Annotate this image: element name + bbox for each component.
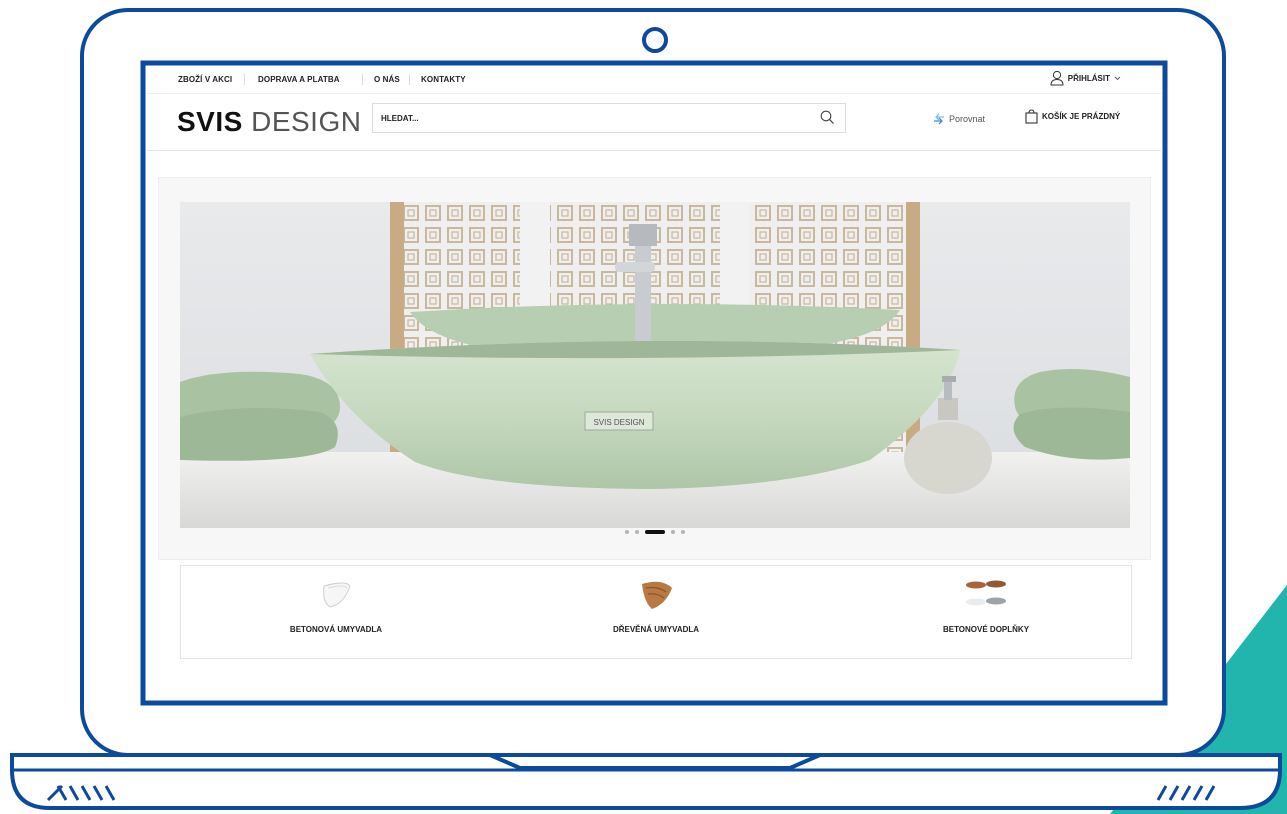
category-wooden-sinks[interactable]: DŘEVĚNÁ UMYVADLA [556, 576, 756, 634]
top-navigation: ZBOŽÍ V AKCI DOPRAVA A PLATBA O NÁS KONT… [147, 67, 1161, 94]
nav-separator [244, 74, 245, 85]
category-label: BETONOVÁ UMYVADLA [289, 625, 383, 634]
login-button[interactable]: PŘIHLÁSIT [1050, 70, 1121, 86]
cart-label: KOŠÍK JE PRÁZDNÝ [1042, 112, 1121, 121]
hero-slide-image[interactable]: SVIS DESIGN [180, 202, 1130, 528]
category-label: DŘEVĚNÁ UMYVADLA [612, 625, 700, 634]
nav-link-about[interactable]: O NÁS [374, 75, 400, 84]
site-logo[interactable]: SVIS DESIGN [177, 106, 361, 138]
bathroom-sink-photo: SVIS DESIGN [180, 202, 1130, 528]
category-concrete-accessories[interactable]: BETONOVÉ DOPLŇKY [886, 576, 1086, 634]
concrete-accessories-icon [966, 580, 1006, 606]
logo-bold-text: SVIS [177, 106, 243, 137]
chevron-down-icon [1114, 76, 1121, 80]
white-basin-icon [323, 582, 351, 608]
compare-icon [934, 113, 944, 125]
hero-slider: SVIS DESIGN [158, 177, 1151, 560]
compare-label: Porovnat [949, 114, 986, 124]
search-icon[interactable] [820, 110, 835, 125]
cart-button[interactable]: KOŠÍK JE PRÁZDNÝ [1025, 109, 1120, 124]
user-icon [1050, 70, 1064, 86]
search-box [372, 103, 846, 133]
slider-dot[interactable] [634, 530, 639, 534]
login-label: PŘIHLÁSIT [1067, 73, 1110, 83]
shopping-bag-icon [1025, 109, 1038, 124]
nav-link-contacts[interactable]: KONTAKTY [421, 75, 466, 84]
website-screen: ZBOŽÍ V AKCI DOPRAVA A PLATBA O NÁS KONT… [147, 67, 1161, 699]
slider-dot[interactable] [624, 530, 629, 534]
nav-link-shipping[interactable]: DOPRAVA A PLATBA [258, 75, 340, 84]
laptop-base [10, 753, 1282, 810]
sink-brand-label: SVIS DESIGN [593, 418, 644, 427]
nav-separator [409, 74, 410, 85]
slider-dot-active[interactable] [644, 530, 665, 534]
nav-link-sale[interactable]: ZBOŽÍ V AKCI [178, 75, 232, 84]
slider-dots [159, 530, 1150, 534]
compare-link[interactable]: Porovnat [932, 112, 985, 126]
site-header: SVIS DESIGN Porovnat KOŠÍK JE PRÁZDNÝ [147, 94, 1161, 151]
logo-light-text: DESIGN [251, 106, 362, 137]
category-bar: BETONOVÁ UMYVADLA DŘEVĚNÁ UMYVADLA BETON… [180, 565, 1132, 659]
slider-dot[interactable] [680, 530, 685, 534]
category-label: BETONOVÉ DOPLŇKY [942, 625, 1030, 634]
search-input[interactable] [379, 110, 803, 126]
category-concrete-sinks[interactable]: BETONOVÁ UMYVADLA [236, 576, 436, 634]
slider-dot[interactable] [670, 530, 675, 534]
nav-separator [362, 74, 363, 85]
wooden-basin-icon [642, 581, 672, 609]
